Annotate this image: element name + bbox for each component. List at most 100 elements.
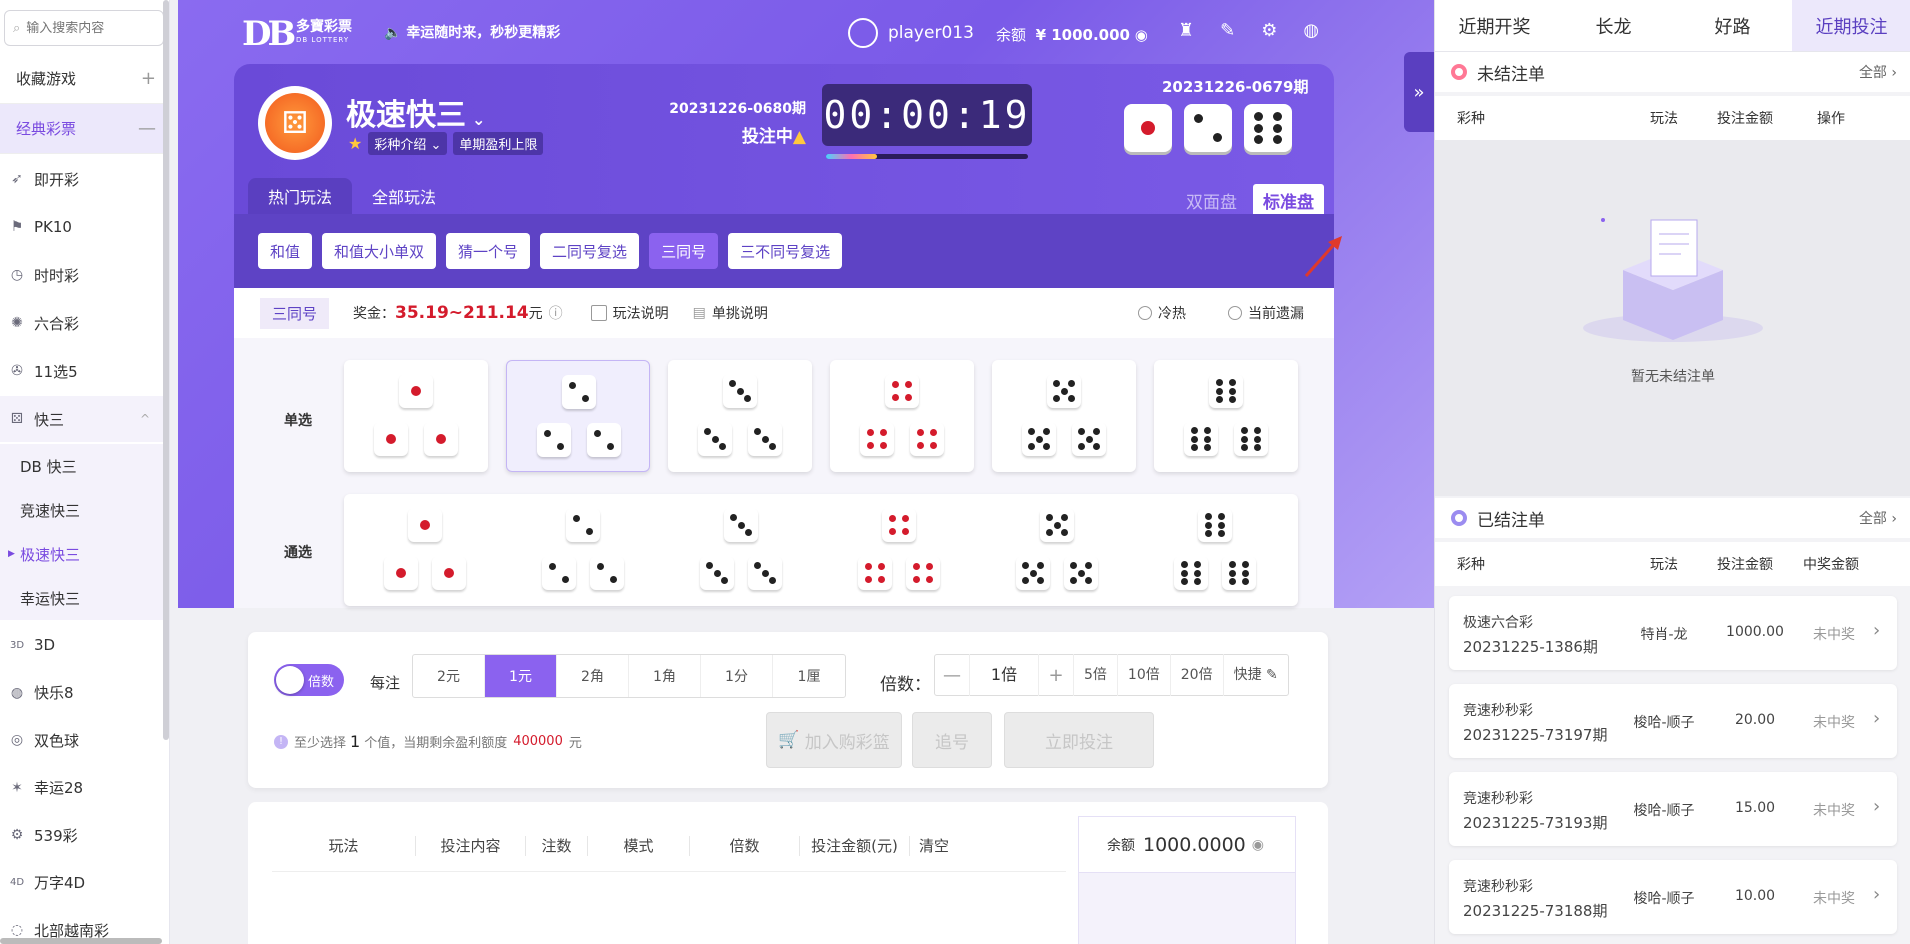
pip bbox=[1067, 380, 1075, 388]
open-all-link[interactable]: 全部 › bbox=[1859, 62, 1897, 82]
single-pick-card[interactable] bbox=[668, 360, 812, 472]
sidebar-item[interactable]: 3D 3D bbox=[0, 622, 166, 668]
classic-header[interactable]: 经典彩票 — bbox=[0, 104, 169, 154]
mult-input[interactable]: 1倍 bbox=[969, 654, 1039, 696]
search-input[interactable] bbox=[26, 20, 147, 36]
settled-order-row[interactable]: 竞速秒秒彩 20231225-73188期 梭哈-顺子 10.00 未中奖 › bbox=[1449, 860, 1897, 934]
unit-option[interactable]: 1元 bbox=[485, 655, 557, 697]
plus-icon[interactable]: + bbox=[141, 68, 156, 89]
sidebar-item[interactable]: ➶ 即开彩 bbox=[0, 156, 166, 202]
subtab[interactable]: 和值大小单双 bbox=[322, 233, 437, 269]
intro-button[interactable]: 彩种介绍 ⌄ bbox=[368, 132, 448, 155]
sidebar-item[interactable]: ◎ 双色球 bbox=[0, 717, 166, 763]
minus-button[interactable]: — bbox=[935, 665, 969, 686]
limit-button[interactable]: 单期盈利上限 bbox=[453, 132, 544, 155]
favorites-header[interactable]: 收藏游戏 + bbox=[0, 54, 169, 104]
sidebar-item[interactable]: ⚙ 539彩 bbox=[0, 812, 166, 858]
chevron-down-icon[interactable]: ⌄ bbox=[472, 110, 485, 129]
pip bbox=[1141, 121, 1155, 135]
mode-standard[interactable]: 标准盘 bbox=[1253, 184, 1324, 217]
minus-icon[interactable]: — bbox=[138, 118, 156, 139]
chevron-right-icon[interactable]: › bbox=[1873, 884, 1880, 905]
chevron-up-icon[interactable]: ^ bbox=[140, 412, 150, 426]
settled-order-row[interactable]: 竞速秒秒彩 20231225-73197期 梭哈-顺子 20.00 未中奖 › bbox=[1449, 684, 1897, 758]
subtab[interactable]: 二同号复选 bbox=[540, 233, 640, 269]
sidebar-subitem[interactable]: DB 快三 bbox=[0, 444, 166, 488]
eye-icon[interactable]: ◉ bbox=[1252, 837, 1264, 853]
sidebar-item[interactable]: ✶ 幸运28 bbox=[0, 765, 166, 811]
sidebar-subitem[interactable]: ▶ 极速快三 bbox=[0, 532, 166, 576]
single-pick-card[interactable] bbox=[830, 360, 974, 472]
subtab[interactable]: 猜一个号 bbox=[446, 233, 531, 269]
submit-button[interactable]: 立即投注 bbox=[1004, 712, 1154, 768]
unit-option[interactable]: 2元 bbox=[413, 655, 485, 697]
unit-option[interactable]: 1角 bbox=[629, 655, 701, 697]
settled-all-link[interactable]: 全部 › bbox=[1859, 508, 1897, 528]
trophy-icon[interactable]: ♜ bbox=[1178, 20, 1194, 41]
right-tab[interactable]: 近期投注 bbox=[1792, 0, 1910, 51]
sidebar-subitem[interactable]: 竞速快三 bbox=[0, 488, 166, 532]
right-tab[interactable]: 长龙 bbox=[1554, 0, 1673, 51]
unit-option[interactable]: 2角 bbox=[557, 655, 629, 697]
settled-order-row[interactable]: 竞速秒秒彩 20231225-73193期 梭哈-顺子 15.00 未中奖 › bbox=[1449, 772, 1897, 846]
order-amount: 10.00 bbox=[1734, 888, 1776, 904]
rules-label[interactable]: 玩法说明 bbox=[613, 303, 669, 323]
right-tab[interactable]: 近期开奖 bbox=[1435, 0, 1554, 51]
single-pick-card[interactable] bbox=[344, 360, 488, 472]
subtab[interactable]: 三同号 bbox=[649, 233, 719, 269]
eye-icon[interactable]: ◉ bbox=[1135, 26, 1148, 44]
sidebar-item[interactable]: 4D 万字4D bbox=[0, 860, 166, 906]
unit-option[interactable]: 1厘 bbox=[773, 655, 845, 697]
multiple-toggle[interactable]: 倍数 bbox=[274, 664, 344, 696]
logo[interactable]: DB bbox=[242, 14, 296, 54]
chevron-right-icon[interactable]: › bbox=[1873, 708, 1880, 729]
help-icon[interactable]: ⓘ bbox=[549, 303, 563, 323]
quick-5[interactable]: 5倍 bbox=[1073, 654, 1117, 696]
single-label[interactable]: 单挑说明 bbox=[712, 303, 768, 323]
pip bbox=[557, 443, 565, 451]
miss-label[interactable]: 当前遗漏 bbox=[1248, 303, 1304, 323]
sidebar-item[interactable]: ⚄ 快三 ^ bbox=[0, 396, 166, 442]
chevron-right-icon[interactable]: › bbox=[1873, 796, 1880, 817]
plus-button[interactable]: + bbox=[1039, 665, 1073, 686]
sidebar-item[interactable]: ◷ 时时彩 bbox=[0, 252, 166, 298]
cart-col[interactable]: 清空 bbox=[910, 836, 958, 856]
quick-10[interactable]: 10倍 bbox=[1116, 654, 1170, 696]
edit-icon[interactable]: ✎ bbox=[1220, 20, 1235, 41]
sidebar-hscrollbar[interactable] bbox=[0, 938, 162, 944]
rules-checkbox[interactable] bbox=[590, 305, 607, 321]
hot-label[interactable]: 冷热 bbox=[1158, 303, 1186, 323]
single-pick-card[interactable] bbox=[992, 360, 1136, 472]
hot-radio[interactable] bbox=[1138, 306, 1152, 320]
subtab[interactable]: 和值 bbox=[258, 233, 313, 269]
sidebar-item[interactable]: ✇ 11选5 bbox=[0, 348, 166, 394]
miss-radio[interactable] bbox=[1228, 306, 1242, 320]
right-tab[interactable]: 好路 bbox=[1673, 0, 1792, 51]
sidebar-subitem[interactable]: 幸运快三 bbox=[0, 576, 166, 620]
settled-order-row[interactable]: 极速六合彩 20231225-1386期 特肖-龙 1000.00 未中奖 › bbox=[1449, 596, 1897, 670]
all-pick-card[interactable] bbox=[344, 494, 1298, 606]
expand-panel-button[interactable]: » bbox=[1404, 52, 1434, 132]
tab-all[interactable]: 全部玩法 bbox=[352, 178, 456, 214]
star-icon[interactable]: ★ bbox=[348, 134, 362, 153]
quick-custom[interactable]: 快捷 ✎ bbox=[1222, 654, 1288, 696]
chase-button[interactable]: 追号 bbox=[912, 712, 992, 768]
tab-hot[interactable]: 热门玩法 bbox=[248, 178, 353, 214]
single-pick-card[interactable] bbox=[506, 360, 650, 472]
chevron-right-icon[interactable]: › bbox=[1873, 620, 1880, 641]
game-name[interactable]: 极速快三 ⌄ bbox=[346, 90, 485, 134]
quick-20[interactable]: 20倍 bbox=[1169, 654, 1223, 696]
single-pick-card[interactable] bbox=[1154, 360, 1298, 472]
sidebar-item[interactable]: ⚑ PK10 bbox=[0, 204, 166, 250]
unit-option[interactable]: 1分 bbox=[701, 655, 773, 697]
sidebar-item[interactable]: ✺ 六合彩 bbox=[0, 300, 166, 346]
search-box[interactable]: ⌕ bbox=[4, 10, 164, 46]
mode-double[interactable]: 双面盘 bbox=[1176, 184, 1247, 217]
subtab[interactable]: 三不同号复选 bbox=[728, 233, 843, 269]
user-menu[interactable]: player013 bbox=[848, 18, 974, 48]
sidebar-scrollbar[interactable] bbox=[163, 0, 169, 740]
globe-icon[interactable]: ◍ bbox=[1303, 20, 1319, 41]
gear-icon[interactable]: ⚙ bbox=[1261, 20, 1277, 41]
sidebar-item[interactable]: ◍ 快乐8 bbox=[0, 670, 166, 716]
add-cart-button[interactable]: 🛒 加入购彩篮 bbox=[766, 712, 902, 768]
